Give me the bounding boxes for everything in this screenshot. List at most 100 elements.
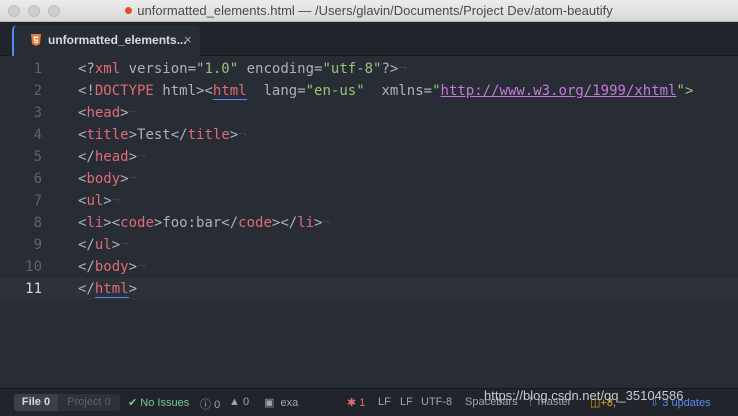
eol-marker: ¬	[128, 105, 138, 121]
eol-marker: ¬	[111, 193, 121, 209]
code-token: head	[94, 149, 129, 165]
eol-marker: ¬	[398, 61, 407, 77]
code-line-8[interactable]: <li><code>foo:bar</code></li>¬	[78, 212, 331, 234]
code-token: ?>	[381, 61, 399, 77]
eol-marker: ¬	[137, 259, 146, 275]
code-token: </	[78, 281, 95, 297]
code-token: </	[78, 237, 95, 253]
code-line-6[interactable]: <body>¬	[78, 168, 137, 190]
code-line-2[interactable]: <!DOCTYPE html><html lang="en-us" xmlns=…	[78, 80, 693, 102]
code-token: code	[238, 215, 272, 231]
code-token: ul	[86, 193, 104, 209]
line-number: 7	[33, 193, 42, 209]
window-title-text: unformatted_elements.html — /Users/glavi…	[137, 3, 613, 18]
code-token: title	[86, 127, 129, 143]
code-editor[interactable]: 1 2 3 4 5 6 7 8 9 10 11 <?xml version="1…	[0, 56, 738, 388]
bug-count[interactable]: ✱ 1	[347, 396, 365, 409]
eol-marker: ¬	[137, 149, 146, 165]
project-scope-button[interactable]: Project 0	[58, 394, 120, 411]
bug-count-value: 1	[359, 397, 366, 409]
line-number: 9	[33, 237, 42, 253]
code-token: version=	[120, 61, 197, 77]
code-line-7[interactable]: <ul>¬	[78, 190, 120, 212]
code-token: ></	[271, 215, 298, 231]
tab-label: unformatted_elements...	[48, 33, 187, 47]
line-number: 10	[25, 259, 42, 275]
code-line-4[interactable]: <title>Test</title>¬	[78, 124, 247, 146]
code-line-1[interactable]: <?xml version="1.0" encoding="utf-8"?>¬	[78, 58, 407, 80]
code-token-matched-tag: html	[94, 281, 129, 298]
project-issue-count: 0	[104, 396, 111, 408]
line-number: 4	[33, 127, 42, 143]
code-link[interactable]: http://www.w3.org/1999/xhtml	[441, 83, 677, 99]
line-ending-selector[interactable]: LF	[378, 396, 391, 408]
line-number: 1	[33, 61, 42, 77]
code-token: ><	[103, 215, 121, 231]
code-token: xmlns=	[364, 83, 433, 99]
window-titlebar: unformatted_elements.html — /Users/glavi…	[0, 0, 738, 22]
terminal-status[interactable]: ▣ exa	[264, 396, 298, 409]
terminal-label: exa	[280, 397, 299, 409]
tab-unformatted-elements[interactable]: unformatted_elements... ×	[12, 25, 200, 56]
info-count[interactable]: ⓘ 0	[200, 396, 220, 412]
line-number-gutter[interactable]: 1 2 3 4 5 6 7 8 9 10 11	[0, 56, 60, 388]
code-token: >Test</	[128, 127, 188, 143]
info-count-value: 0	[214, 399, 221, 411]
terminal-icon: ▣	[264, 397, 275, 409]
code-token: lang=	[246, 83, 306, 99]
file-scope-button[interactable]: File 0	[14, 394, 58, 411]
code-token: </	[78, 259, 95, 275]
line-number: 2	[33, 83, 42, 99]
code-token: >	[120, 171, 129, 187]
code-token: body	[86, 171, 121, 187]
code-token: >	[120, 105, 129, 121]
eol-marker: ¬	[128, 171, 138, 187]
line-number: 6	[33, 171, 42, 187]
html5-icon	[31, 34, 41, 46]
code-token: >	[103, 193, 112, 209]
code-token: "utf-8"	[322, 61, 382, 77]
code-line-3[interactable]: <head>¬	[78, 102, 137, 124]
linter-status-text: No Issues	[140, 397, 190, 409]
code-token: li	[297, 215, 315, 231]
warning-count[interactable]: ▲ 0	[229, 396, 249, 408]
bug-icon: ✱	[347, 397, 357, 409]
code-token: "en-us"	[305, 83, 365, 99]
close-tab-icon[interactable]: ×	[184, 32, 192, 47]
code-token: "1.0"	[196, 61, 239, 77]
file-scope-label: File	[21, 396, 41, 408]
code-token: <!	[78, 83, 95, 99]
code-token: DOCTYPE	[94, 83, 154, 99]
info-circle-icon: ⓘ	[200, 399, 211, 411]
eol-marker: ¬	[120, 237, 129, 253]
file-issue-count: 0	[43, 396, 51, 408]
code-token: li	[86, 215, 104, 231]
code-token: >	[229, 127, 239, 143]
line-number: 3	[33, 105, 42, 121]
code-line-9[interactable]: </ul>¬	[78, 234, 129, 256]
line-number: 5	[33, 149, 42, 165]
code-token: >foo:bar</	[153, 215, 239, 231]
linter-status[interactable]: ✔ No Issues	[128, 396, 189, 409]
code-token: >	[128, 259, 138, 275]
watermark-text: https://blog.csdn.net/qq_35104586	[484, 388, 684, 403]
window-title: unformatted_elements.html — /Users/glavi…	[0, 3, 738, 18]
line-ending-selector-2[interactable]: LF	[400, 396, 413, 408]
code-token: "	[432, 83, 441, 99]
line-number-current: 11	[25, 281, 42, 297]
tab-bar: unformatted_elements... ×	[0, 22, 738, 56]
eol-marker: ¬	[238, 127, 247, 143]
warning-triangle-icon: ▲	[229, 396, 240, 408]
code-token: >	[128, 149, 138, 165]
code-line-5[interactable]: </head>¬	[78, 146, 145, 168]
eol-marker: ¬	[322, 215, 331, 231]
code-token: ">	[676, 83, 694, 99]
line-number: 8	[33, 215, 42, 231]
encoding-selector[interactable]: UTF-8	[421, 396, 452, 408]
code-line-10[interactable]: </body>¬	[78, 256, 145, 278]
code-token: ul	[94, 237, 112, 253]
code-line-11[interactable]: </html>	[78, 278, 137, 300]
code-token: html><	[153, 83, 213, 99]
code-token: body	[94, 259, 129, 275]
file-icon	[125, 7, 133, 14]
